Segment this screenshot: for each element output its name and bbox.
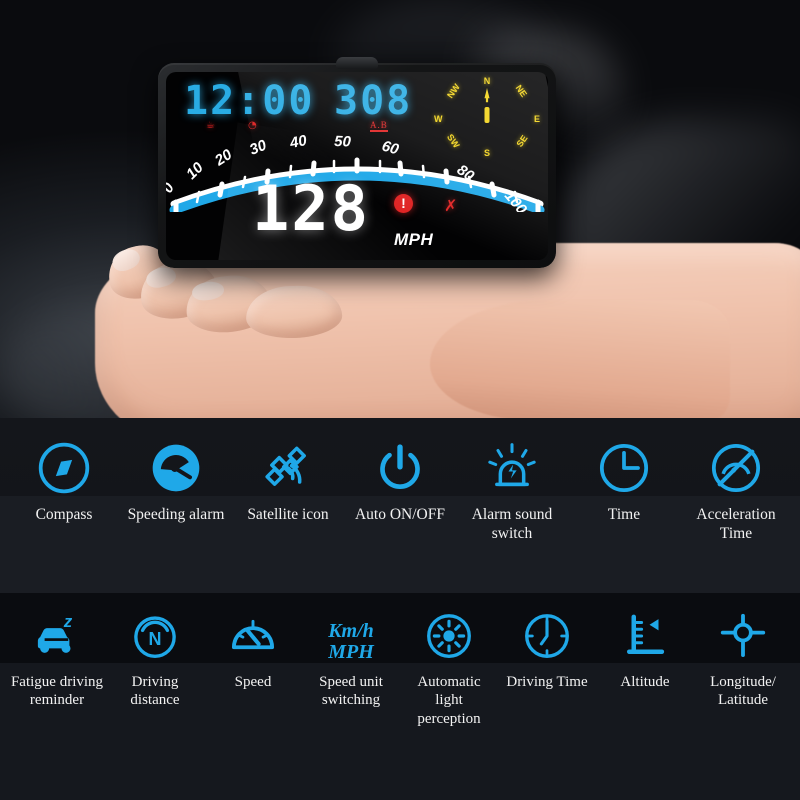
label-speed: Speed xyxy=(234,674,272,690)
gauge-tick-0: 0 xyxy=(166,179,178,196)
feature-speeding-alarm[interactable] xyxy=(120,440,232,496)
label-speed-unit: Speed unit switching xyxy=(319,674,383,709)
label-driving-distance: Driving distance xyxy=(130,674,180,709)
product-feature-page: 12:00 308 ☕ ◔ A.B N NE E SE S SW W NW 0 … xyxy=(0,0,800,800)
label-acceleration-time: Acceleration Time xyxy=(696,506,776,542)
feature-automatic-light[interactable] xyxy=(400,609,498,663)
feature-row-1-icons xyxy=(0,418,800,496)
label-coordinates: Longitude/ Latitude xyxy=(710,674,776,709)
feature-acceleration-time[interactable] xyxy=(680,440,792,496)
compass-nw: NW xyxy=(445,81,462,101)
label-fatigue-driving: Fatigue driving reminder xyxy=(10,674,104,709)
compass-e: E xyxy=(533,114,540,124)
feature-row-2-labels: Fatigue driving reminder Driving distanc… xyxy=(0,663,800,800)
feature-compass[interactable] xyxy=(8,440,120,496)
alarm-siren-icon xyxy=(488,443,536,487)
driving-distance-icon: N xyxy=(134,616,176,658)
speeding-alarm-icon xyxy=(152,444,200,492)
gauge-tick-50: 50 xyxy=(334,133,352,151)
feature-coordinates[interactable] xyxy=(694,609,792,663)
compass-n: N xyxy=(483,76,491,86)
hud-device: 12:00 308 ☕ ◔ A.B N NE E SE S SW W NW 0 … xyxy=(158,57,556,268)
product-photo: 12:00 308 ☕ ◔ A.B N NE E SE S SW W NW 0 … xyxy=(0,0,800,418)
label-auto-onoff: Auto ON/OFF xyxy=(354,506,445,523)
compass-needle-tail-icon xyxy=(484,107,490,123)
label-time: Time xyxy=(607,506,641,523)
speed-display: 128 xyxy=(252,172,370,245)
driving-time-icon xyxy=(525,614,569,658)
speedometer-icon xyxy=(231,619,275,650)
clock-indicator-icon: ◔ xyxy=(248,120,257,131)
svg-text:z: z xyxy=(63,612,73,631)
feature-driving-time[interactable] xyxy=(498,609,596,663)
speed-unit-icon: Km/h MPH xyxy=(328,621,374,663)
feature-time[interactable] xyxy=(568,440,680,496)
warning-exclamation-icon: ! xyxy=(394,194,413,213)
compass-w: W xyxy=(434,114,443,124)
feature-satellite[interactable] xyxy=(232,440,344,496)
label-automatic-light: Automatic light perception xyxy=(417,674,481,727)
altitude-unit-label: A.B xyxy=(370,120,388,132)
feature-row-1-labels: Compass Speeding alarm Satellite icon Au… xyxy=(0,496,800,593)
feature-speed[interactable] xyxy=(204,609,302,663)
label-compass: Compass xyxy=(35,506,93,523)
gauge-tick-20: 20 xyxy=(211,146,236,170)
gauge-tick-40: 40 xyxy=(288,132,309,152)
label-alarm-sound: Alarm sound switch xyxy=(471,506,553,542)
label-speeding-alarm: Speeding alarm xyxy=(127,506,225,523)
compass-ne: NE xyxy=(514,83,530,99)
thumb xyxy=(430,300,730,418)
label-satellite: Satellite icon xyxy=(247,506,329,523)
label-driving-time: Driving Time xyxy=(506,674,588,690)
feature-speed-unit-switching[interactable]: Km/h MPH xyxy=(302,621,400,663)
altitude-display: 308 xyxy=(334,78,413,124)
speed-unit-kmh: Km/h xyxy=(328,620,374,642)
clock-icon xyxy=(599,443,649,493)
speed-unit-display: MPH xyxy=(394,230,434,249)
hud-screen: 12:00 308 ☕ ◔ A.B N NE E SE S SW W NW 0 … xyxy=(166,72,548,260)
feature-driving-distance[interactable]: N xyxy=(106,609,204,663)
feature-row-2: z N Km/h MPH Fatigue driving reminder Dr… xyxy=(0,593,800,800)
feature-auto-onoff[interactable] xyxy=(344,440,456,496)
gauge-tick-60: 60 xyxy=(380,138,401,159)
feature-alarm-sound-switch[interactable] xyxy=(456,440,568,496)
fatigue-indicator-icon: ☕ xyxy=(206,120,215,131)
fatigue-car-icon: z xyxy=(37,612,73,653)
light-sensor-icon xyxy=(427,614,471,658)
clock-display: 12:00 xyxy=(184,78,315,124)
feature-altitude[interactable] xyxy=(596,609,694,663)
satellite-icon xyxy=(265,446,306,486)
label-altitude: Altitude xyxy=(620,674,670,690)
feature-fatigue-driving[interactable]: z xyxy=(8,609,106,663)
acceleration-time-icon xyxy=(711,443,761,493)
gauge-tick-30: 30 xyxy=(247,136,269,158)
feature-grid: Compass Speeding alarm Satellite icon Au… xyxy=(0,418,800,800)
compass-icon xyxy=(38,442,90,494)
speed-unit-mph: MPH xyxy=(328,641,374,663)
power-icon xyxy=(380,444,420,489)
gauge-tick-10: 10 xyxy=(183,159,207,183)
altitude-icon xyxy=(627,614,665,654)
satellite-warning-icon: ✗ xyxy=(444,196,458,215)
feature-row-2-icons: z N Km/h MPH xyxy=(0,593,800,663)
device-top-nub xyxy=(336,57,378,69)
feature-row-1: Compass Speeding alarm Satellite icon Au… xyxy=(0,418,800,593)
svg-text:N: N xyxy=(149,629,162,649)
coordinates-icon xyxy=(720,613,766,658)
